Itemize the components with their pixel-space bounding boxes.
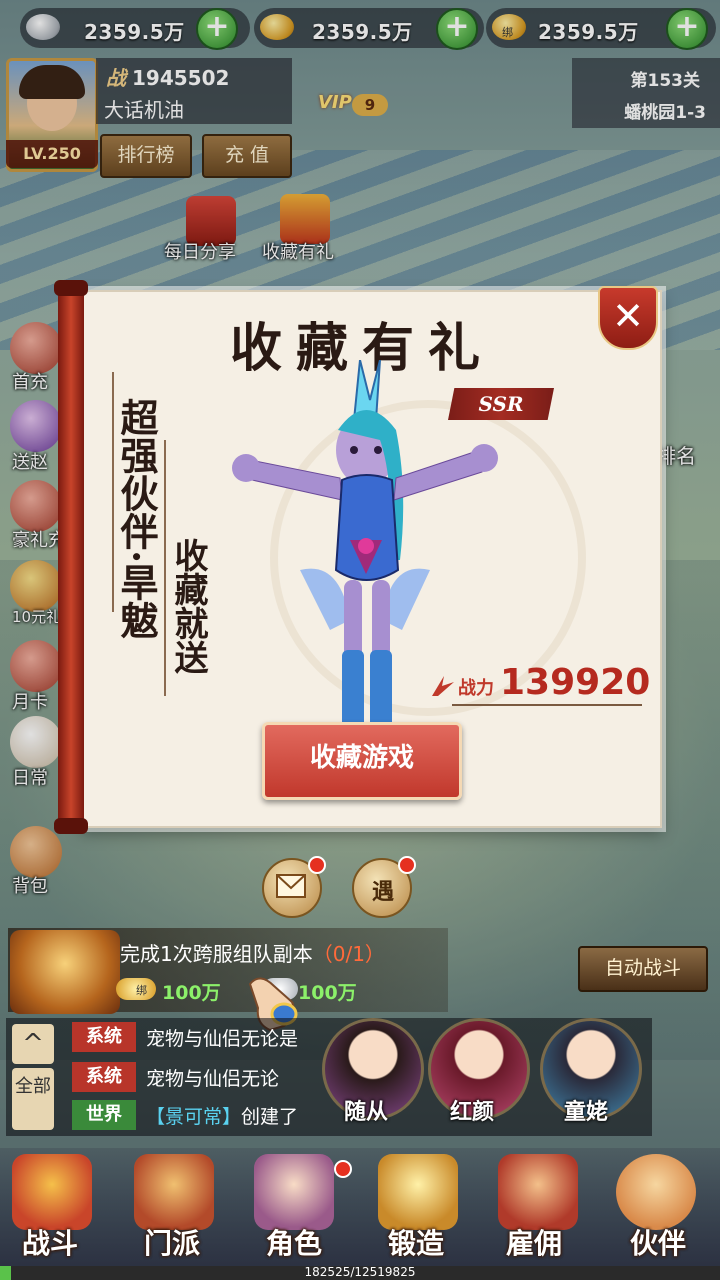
hire-icon[interactable] [498, 1154, 578, 1230]
beauty-label: 红颜 [450, 1100, 495, 1125]
scroll-rod [58, 284, 84, 830]
chat-message: 【景可常】创建了 [146, 1102, 298, 1129]
nav-forge[interactable]: 锻造 [388, 1222, 444, 1262]
quest-reward-2: 100万 [298, 982, 357, 1004]
mail-icon [276, 874, 306, 898]
battle-icon[interactable] [12, 1154, 92, 1230]
power-icon [432, 676, 454, 696]
character-icon[interactable] [254, 1154, 334, 1230]
reward-bound-tag: 绑 [136, 984, 147, 997]
nav-character[interactable]: 角色 [266, 1222, 322, 1262]
chat-all-button[interactable]: 全部 [12, 1068, 54, 1130]
partner-power: 战力 139920 [430, 660, 650, 706]
scroll-rod-cap-top [54, 280, 88, 296]
bottom-nav [0, 1148, 720, 1268]
treasure-chest-icon [10, 930, 120, 1014]
reward-gold-icon: 绑 [116, 978, 156, 1000]
experience-bar: 182525/12519825 [0, 1265, 720, 1280]
chat-channel-world: 世界 [72, 1100, 136, 1130]
partner-power-label: 战力 [458, 678, 494, 699]
sect-icon[interactable] [134, 1154, 214, 1230]
child-elder-label: 童姥 [564, 1100, 609, 1125]
quest-reward-1: 100万 [162, 982, 221, 1004]
power-underline [452, 704, 642, 706]
encounter-notification-dot [398, 856, 416, 874]
chat-channel-system: 系统 [72, 1062, 136, 1092]
auto-battle-button[interactable]: 自动战斗 [578, 946, 708, 992]
chat-sender-name[interactable]: 【景可常】 [146, 1106, 241, 1128]
slogan-partner: 超强伙伴·旱魃 [114, 398, 159, 640]
nav-hire[interactable]: 雇佣 [506, 1222, 562, 1262]
chat-expand-button[interactable]: ^ [12, 1024, 54, 1064]
partner-power-value: 139920 [500, 662, 651, 703]
close-button[interactable]: ✕ [598, 286, 658, 350]
chat-channel-system: 系统 [72, 1022, 136, 1052]
scroll-rod-cap-bottom [54, 818, 88, 834]
experience-text: 182525/12519825 [304, 1265, 416, 1279]
partner-icon[interactable] [616, 1154, 696, 1230]
quest-description: 完成1次跨服组队副本 [120, 942, 313, 966]
chat-message: 宠物与仙侣无论是 [146, 1028, 299, 1050]
character-notification-dot [334, 1160, 352, 1178]
nav-battle[interactable]: 战斗 [22, 1222, 78, 1262]
quest-text[interactable]: 完成1次跨服组队副本（0/1） [120, 938, 385, 967]
encounter-icon: 遇 [372, 880, 395, 905]
quest-progress: （0/1） [312, 942, 385, 966]
chat-message-text: 创建了 [241, 1106, 299, 1128]
chat-message: 宠物与仙侣无论 [146, 1068, 280, 1090]
collect-game-button[interactable]: 收藏游戏 [262, 722, 462, 800]
slogan-divider-right [164, 440, 166, 696]
mail-notification-dot [308, 856, 326, 874]
forge-icon[interactable] [378, 1154, 458, 1230]
follower-label: 随从 [344, 1100, 389, 1125]
slogan-collect: 收藏就送 [168, 538, 208, 674]
nav-sect[interactable]: 门派 [144, 1222, 200, 1262]
nav-partner[interactable]: 伙伴 [630, 1222, 686, 1262]
